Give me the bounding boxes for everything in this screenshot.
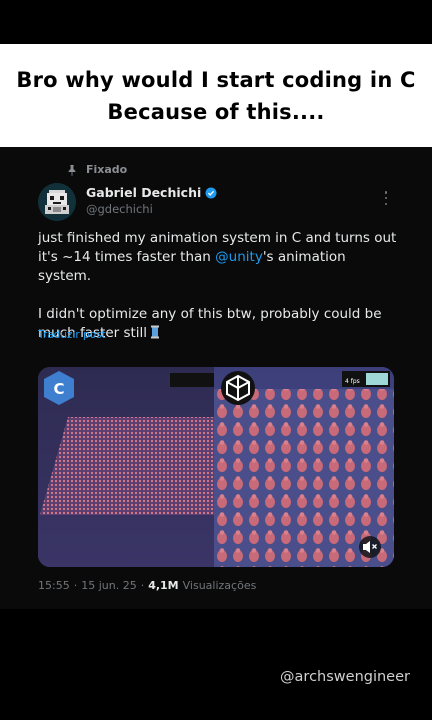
tweet-card[interactable]: Fixado Gabriel Dechichi @gdechichi just	[0, 147, 432, 609]
c-logo-letter: C	[53, 380, 64, 398]
author-name[interactable]: Gabriel Dechichi	[86, 185, 201, 200]
author-name-row[interactable]: Gabriel Dechichi	[86, 185, 217, 200]
watermark: @archswengineer	[280, 669, 410, 685]
pinned-indicator: Fixado	[66, 163, 127, 176]
tweet-time[interactable]: 15:55	[38, 579, 70, 592]
tweet-text: just finished my animation system in C a…	[38, 229, 398, 343]
mute-toggle-icon[interactable]	[359, 536, 381, 558]
tweet-media-video[interactable]: 4 fps C	[38, 367, 394, 567]
unity-logo-icon	[221, 371, 255, 405]
animation-comparison-video: 4 fps C	[38, 367, 394, 567]
thread-spool-emoji-icon	[151, 325, 160, 339]
top-black-bar	[0, 0, 432, 44]
author-block[interactable]: Gabriel Dechichi @gdechichi	[86, 185, 217, 216]
tweet-metadata: 15:55 · 15 jun. 25 · 4,1M Visualizações	[38, 579, 256, 592]
pinned-label: Fixado	[86, 163, 128, 176]
verified-badge-icon	[205, 187, 217, 198]
meta-separator: ·	[140, 579, 145, 592]
author-handle[interactable]: @gdechichi	[86, 202, 217, 216]
avatar[interactable]	[38, 183, 76, 221]
meme-caption: Bro why would I start coding in C Becaus…	[0, 44, 432, 147]
fps-counter: 4 fps	[345, 378, 360, 385]
caption-line-1: Bro why would I start coding in C	[16, 67, 416, 92]
mention-link[interactable]: @unity	[215, 249, 263, 265]
meta-separator: ·	[73, 579, 78, 592]
views-count: 4,1M	[148, 579, 179, 592]
caption-line-2: Because of this....	[107, 99, 325, 124]
tweet-paragraph-1: just finished my animation system in C a…	[38, 229, 398, 286]
pixel-avatar-icon	[38, 183, 76, 221]
views-label: Visualizações	[182, 579, 257, 592]
tweet-date[interactable]: 15 jun. 25	[81, 579, 136, 592]
pin-icon	[68, 164, 76, 176]
translate-post-link[interactable]: Traduzir post	[38, 329, 106, 341]
more-options-icon[interactable]	[380, 191, 392, 205]
